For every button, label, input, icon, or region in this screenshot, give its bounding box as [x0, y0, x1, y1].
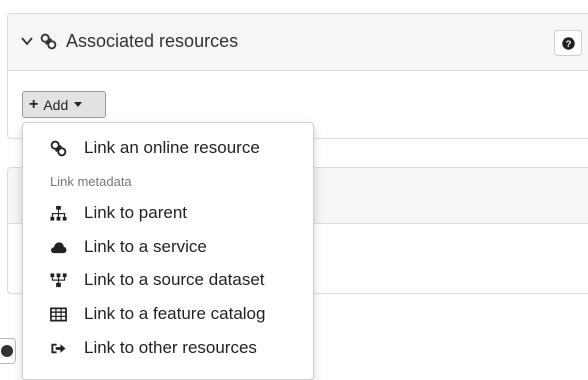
menu-item-source-dataset[interactable]: Link to a source dataset — [23, 265, 313, 295]
sitemap-icon — [50, 205, 67, 221]
link-icon — [50, 140, 67, 157]
menu-item-online-resource[interactable]: Link an online resource — [23, 133, 313, 163]
menu-item-label: Link to a source dataset — [84, 270, 265, 289]
svg-text:?: ? — [565, 39, 571, 50]
menu-item-feature-catalog[interactable]: Link to a feature catalog — [23, 299, 313, 329]
panel-title: Associated resources — [66, 31, 239, 51]
question-circle-icon: ? — [561, 36, 575, 50]
menu-item-service[interactable]: Link to a service — [23, 232, 313, 262]
add-dropdown-menu: Link an online resource Link metadata Li… — [22, 122, 314, 380]
menu-item-label: Link an online resource — [84, 138, 260, 157]
share-icon — [51, 343, 66, 354]
help-button-stub[interactable] — [0, 338, 16, 364]
link-icon — [40, 33, 57, 50]
menu-item-other-resources[interactable]: Link to other resources — [23, 333, 313, 363]
source-tree-icon — [50, 273, 67, 288]
add-button[interactable]: + Add — [22, 91, 106, 118]
help-button[interactable]: ? — [554, 30, 582, 56]
question-circle-icon — [1, 345, 13, 357]
table-icon — [50, 307, 67, 322]
menu-item-label: Link to a service — [84, 237, 207, 256]
menu-section-header: Link metadata — [50, 174, 132, 189]
menu-item-parent[interactable]: Link to parent — [23, 198, 313, 228]
cloud-icon — [51, 242, 67, 254]
plus-icon: + — [29, 95, 39, 113]
panel-header[interactable]: Associated resources ? — [8, 14, 588, 71]
caret-down-icon — [74, 102, 83, 107]
associated-resources-panel: Associated resources ? — [7, 13, 588, 139]
menu-item-label: Link to parent — [84, 203, 188, 222]
chevron-down-icon[interactable] — [20, 34, 34, 48]
add-button-label: Add — [43, 96, 69, 113]
menu-item-label: Link to a feature catalog — [84, 304, 266, 323]
menu-item-label: Link to other resources — [84, 338, 257, 357]
